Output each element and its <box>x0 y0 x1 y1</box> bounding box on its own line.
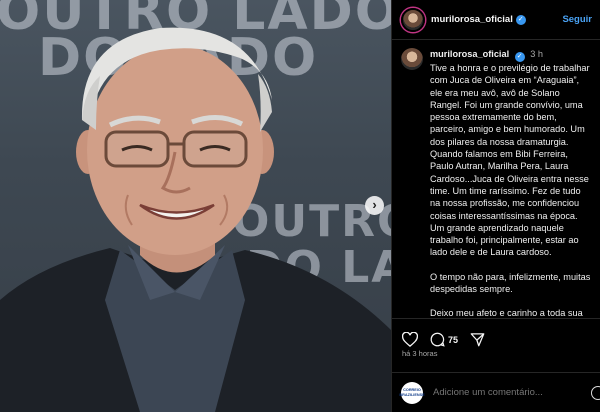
send-icon <box>470 333 485 347</box>
comment-count: 75 <box>448 334 459 345</box>
heart-icon <box>402 332 418 347</box>
caption-paragraph: Tive a honra e o previlégio de trabalhar… <box>430 63 590 258</box>
chevron-right-icon: › <box>372 197 377 212</box>
post-header: murilorosa_oficial ✓ Seguir <box>392 0 600 40</box>
emoji-icon[interactable] <box>591 386 600 400</box>
follow-button[interactable]: Seguir <box>562 14 592 25</box>
brand-logo-text: CORREIO BRAZILIENSE <box>399 388 425 397</box>
posted-time: há 3 horas <box>402 349 438 358</box>
caption-time: 3 h <box>530 49 544 59</box>
comment-input[interactable] <box>433 387 592 398</box>
author-username[interactable]: murilorosa_oficial <box>431 14 513 25</box>
commenter-avatar: CORREIO BRAZILIENSE <box>399 381 425 404</box>
caption-username[interactable]: murilorosa_oficial <box>430 49 509 59</box>
caption-paragraph: Deixo meu afeto e carinho a toda sua fam… <box>430 308 583 318</box>
caption-area[interactable]: murilorosa_oficial ✓ 3 h Tive a honra e … <box>392 40 600 318</box>
share-button[interactable] <box>470 332 485 347</box>
comment-icon <box>430 332 445 347</box>
post-sidebar: murilorosa_oficial ✓ Seguir murilorosa_o… <box>391 0 600 412</box>
like-button[interactable] <box>402 332 418 347</box>
caption-avatar[interactable] <box>401 48 423 70</box>
verified-badge-icon: ✓ <box>514 52 525 62</box>
carousel-next-button[interactable]: › <box>365 196 384 215</box>
verified-badge-icon: ✓ <box>515 14 526 25</box>
post-photo[interactable]: OUTRO LADO DO LADO OUTRO O DO LADO <box>0 0 391 412</box>
portrait-illustration <box>0 27 391 412</box>
comment-button[interactable]: 75 <box>430 332 458 347</box>
caption-text: murilorosa_oficial ✓ 3 h Tive a honra e … <box>430 48 591 318</box>
avatar[interactable] <box>401 7 425 32</box>
post-actions: 75 <box>392 318 600 352</box>
comment-bar: CORREIO BRAZILIENSE <box>392 372 600 412</box>
caption-paragraph: O tempo não para, infelizmente, muitas d… <box>430 271 591 295</box>
